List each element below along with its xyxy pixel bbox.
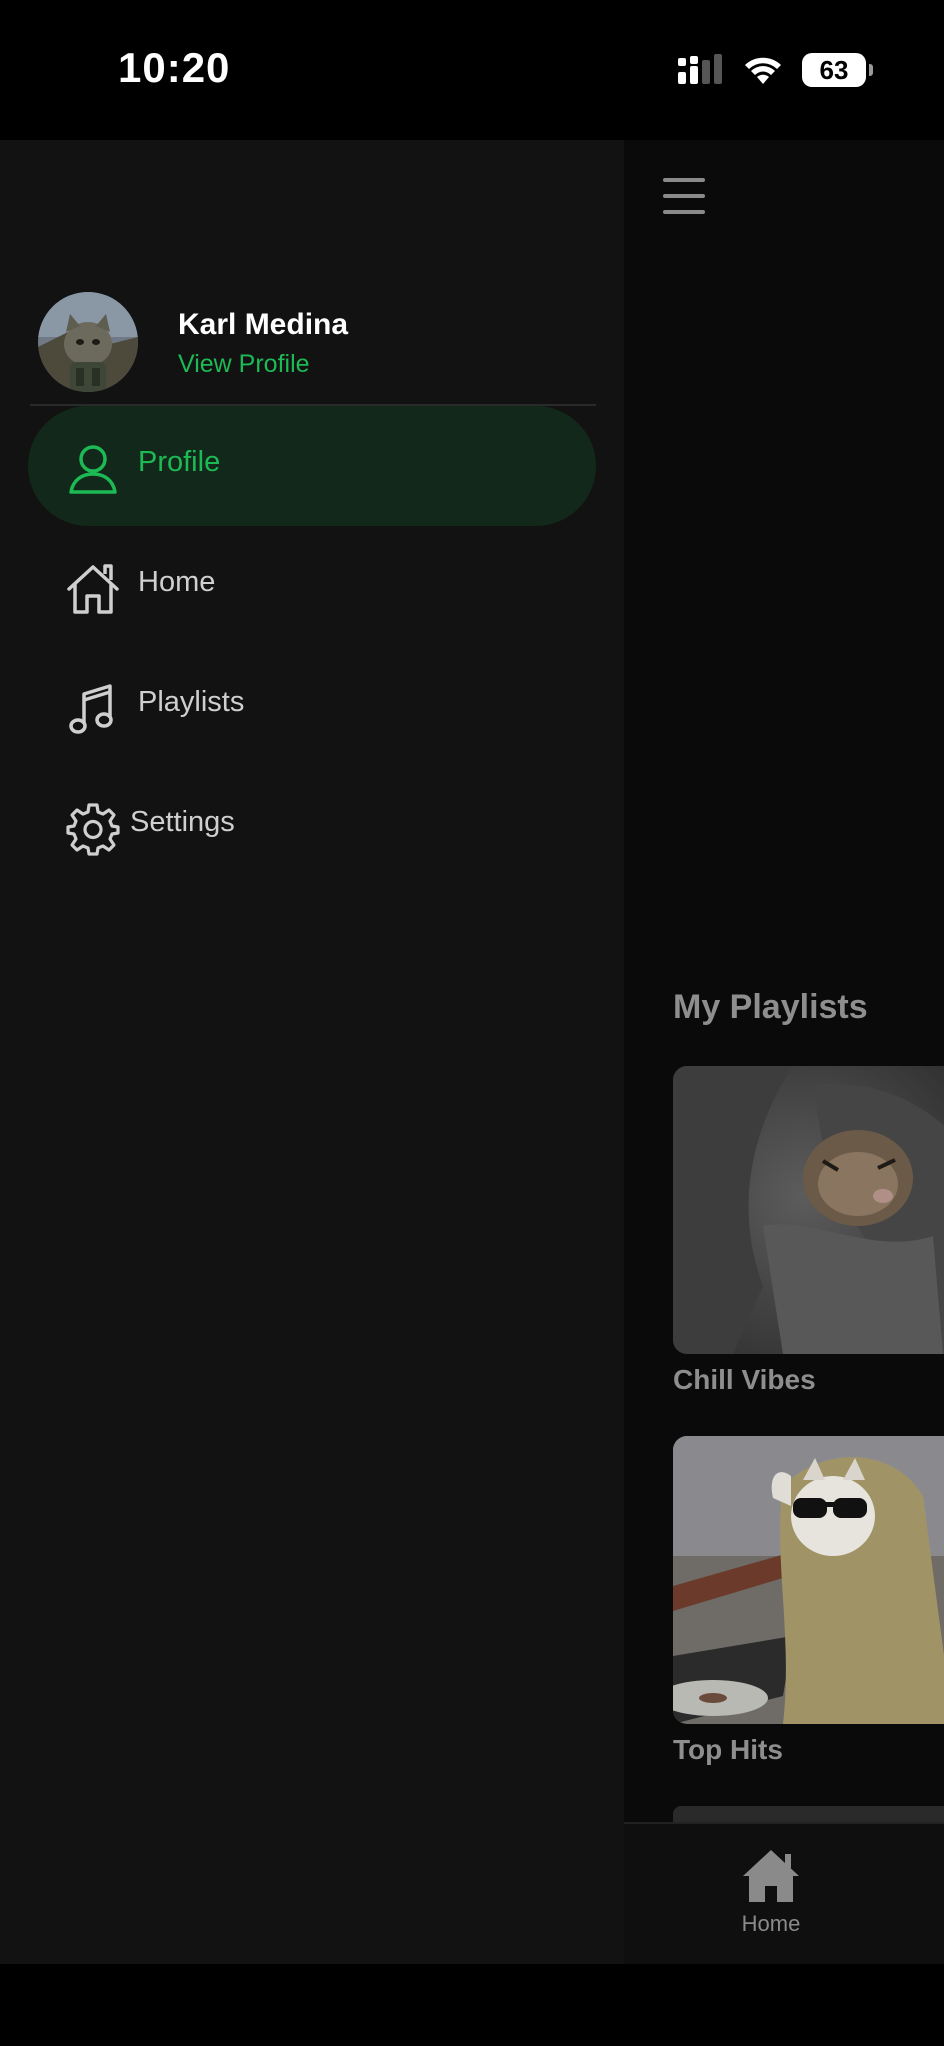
nav-item-playlists[interactable]: Playlists xyxy=(28,646,596,766)
playlist-cover-image xyxy=(673,1066,944,1354)
gear-icon xyxy=(66,803,120,856)
cellular-signal-icon xyxy=(678,54,722,84)
nav-item-profile[interactable]: Profile xyxy=(28,406,596,526)
playlist-name: Top Hits xyxy=(673,1734,783,1765)
hamburger-menu-icon[interactable] xyxy=(660,176,708,216)
home-icon xyxy=(67,564,119,614)
status-time: 10:20 xyxy=(118,44,231,91)
playlist-cover-image xyxy=(673,1436,944,1724)
nav-item-settings[interactable]: Settings xyxy=(28,766,596,886)
playlist-card-top-hits[interactable]: Top Hits xyxy=(673,1436,944,1766)
status-icons: 63 xyxy=(676,50,873,90)
avatar[interactable] xyxy=(38,292,138,392)
wifi-icon xyxy=(745,57,781,84)
home-filled-icon xyxy=(743,1850,799,1902)
playlist-name: Chill Vibes xyxy=(673,1364,816,1395)
bottom-safe-area xyxy=(0,1964,944,2046)
battery-level: 63 xyxy=(819,54,849,85)
nav-label: Settings xyxy=(130,806,235,838)
tab-home[interactable]: Home xyxy=(716,1848,826,1937)
nav-label: Profile xyxy=(138,446,221,478)
nav-label: Playlists xyxy=(138,686,245,718)
bottom-tab-bar: Home xyxy=(624,1822,944,1964)
section-title: My Playlists xyxy=(673,988,868,1026)
tab-home-label: Home xyxy=(741,1911,801,1936)
battery-icon: 63 xyxy=(802,53,873,87)
side-drawer: Karl Medina View Profile Profile Home Pl… xyxy=(0,140,624,1964)
user-name: Karl Medina xyxy=(178,308,349,341)
person-icon xyxy=(69,445,117,494)
music-note-icon xyxy=(69,684,113,734)
nav-item-home[interactable]: Home xyxy=(28,526,596,646)
battery-nub xyxy=(869,64,873,76)
view-profile-link[interactable]: View Profile xyxy=(178,350,310,379)
nav-label: Home xyxy=(138,566,216,598)
status-bar: 10:20 63 xyxy=(0,0,944,140)
playlist-card-chill-vibes[interactable]: Chill Vibes xyxy=(673,1066,944,1396)
